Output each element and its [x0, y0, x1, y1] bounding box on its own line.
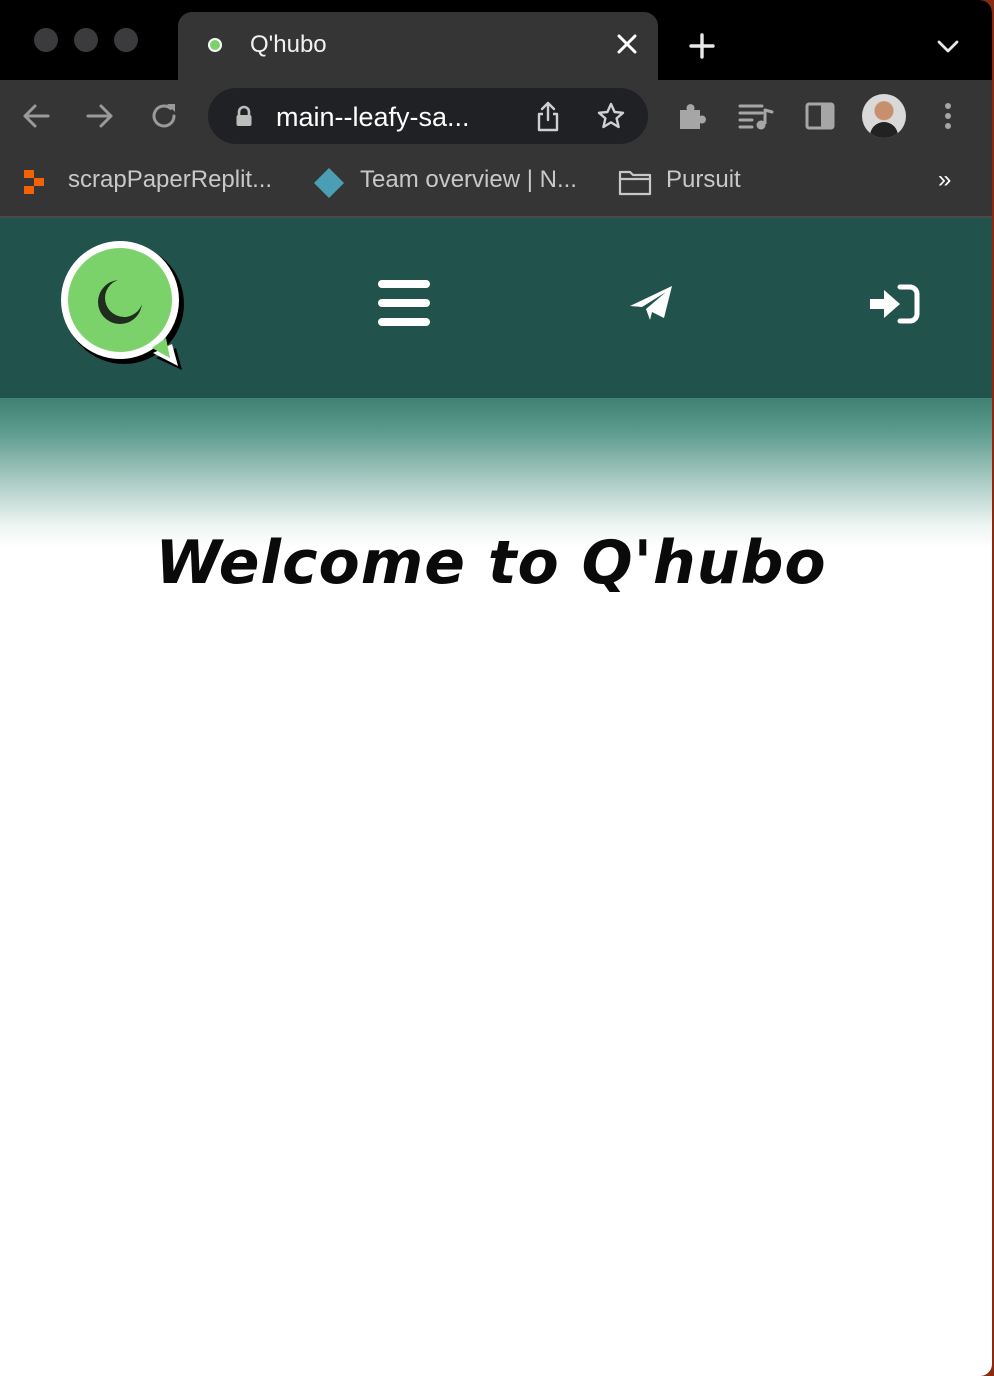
- welcome-heading: Welcome to Q'hubo: [155, 528, 827, 598]
- new-tab-icon[interactable]: [688, 32, 716, 60]
- bookmark-link[interactable]: scrapPaperReplit...: [68, 166, 272, 194]
- lock-icon[interactable]: [234, 105, 254, 127]
- bookmark-folder[interactable]: Pursuit: [666, 166, 741, 194]
- browser-tab-active[interactable]: Q'hubo: [178, 12, 658, 80]
- bookmark-link[interactable]: Team overview | N...: [360, 166, 577, 194]
- bookmark-star-icon[interactable]: [596, 101, 626, 131]
- minimize-window-button[interactable]: [74, 28, 98, 52]
- side-panel-icon[interactable]: [804, 100, 836, 132]
- header-fade: [0, 398, 992, 548]
- address-bar[interactable]: main--leafy-sa...: [208, 88, 648, 144]
- forward-icon[interactable]: [84, 100, 116, 132]
- tab-title: Q'hubo: [250, 31, 327, 58]
- reload-icon[interactable]: [148, 100, 180, 132]
- tab-close-icon[interactable]: [614, 31, 640, 57]
- folder-icon: [618, 170, 652, 196]
- qhubo-favicon-icon: [208, 38, 222, 52]
- sign-in-icon[interactable]: [868, 284, 920, 324]
- bookmarks-bar: scrapPaperReplit... Team overview | N...…: [0, 152, 992, 218]
- extensions-puzzle-icon[interactable]: [676, 100, 708, 132]
- paper-plane-icon[interactable]: [628, 284, 674, 322]
- hamburger-menu-icon[interactable]: [378, 280, 430, 326]
- replit-icon: [24, 170, 44, 194]
- url-text[interactable]: main--leafy-sa...: [276, 102, 470, 133]
- diamond-icon: [314, 168, 344, 198]
- tab-strip: Q'hubo: [0, 0, 992, 80]
- browser-toolbar: main--leafy-sa...: [0, 80, 992, 152]
- more-vertical-icon[interactable]: [936, 100, 960, 132]
- profile-avatar[interactable]: [862, 94, 906, 138]
- back-icon[interactable]: [20, 100, 52, 132]
- qhubo-logo[interactable]: [58, 240, 188, 374]
- media-queue-icon[interactable]: [738, 100, 774, 132]
- browser-window: Q'hubo main--leafy-sa... scrapPaperRepli…: [0, 0, 992, 1376]
- close-window-button[interactable]: [34, 28, 58, 52]
- tab-search-chevron-icon[interactable]: [936, 36, 960, 56]
- app-navbar: [0, 218, 992, 398]
- bookmarks-overflow-icon[interactable]: »: [938, 166, 951, 194]
- maximize-window-button[interactable]: [114, 28, 138, 52]
- share-icon[interactable]: [534, 101, 562, 133]
